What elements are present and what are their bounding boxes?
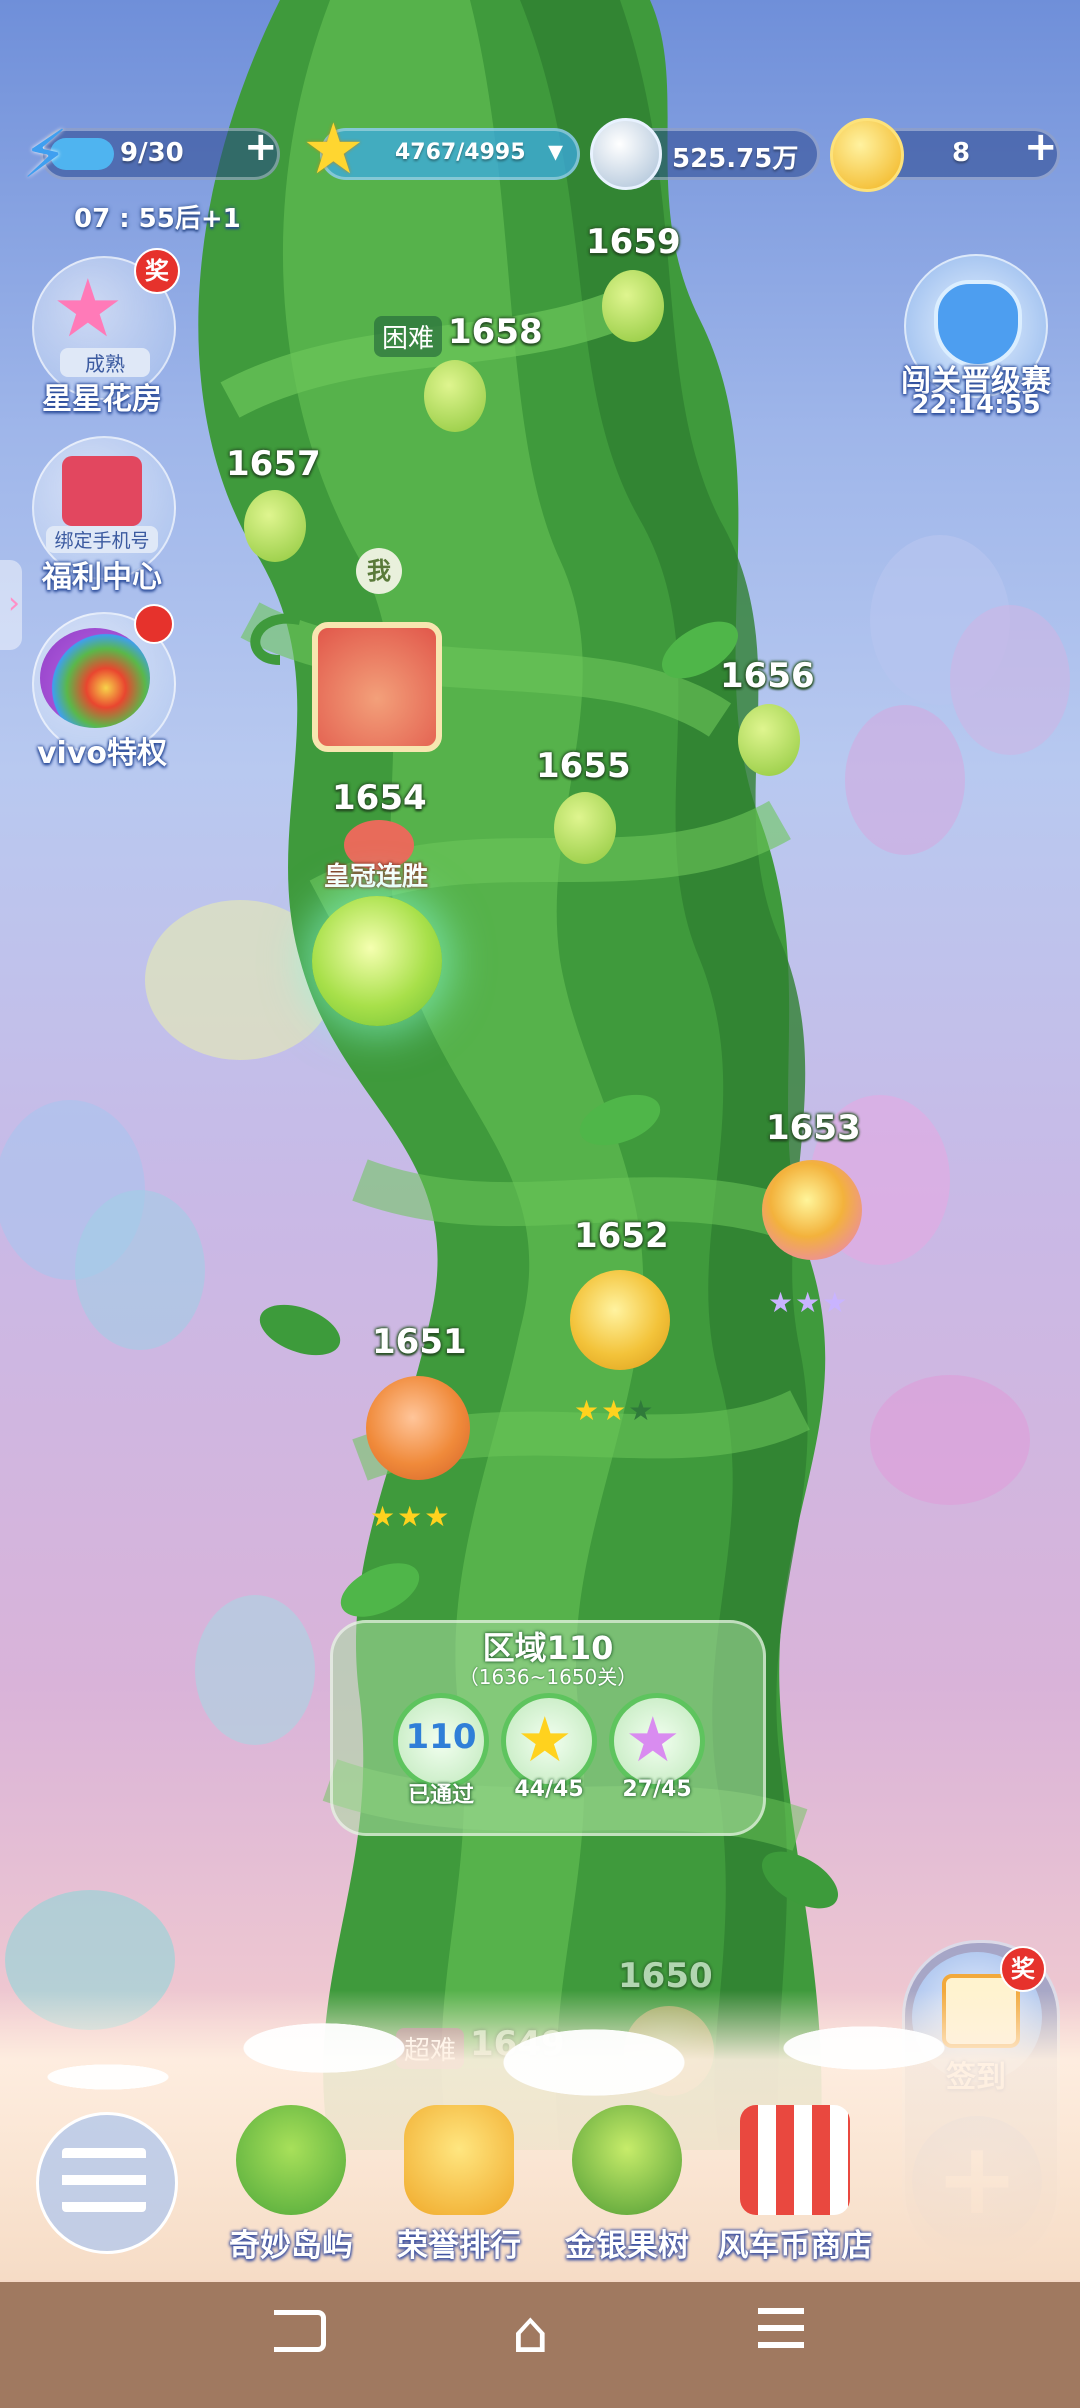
nav-fruit-tree-label: 金银果树 xyxy=(565,2228,689,2264)
flower-house-tag: 成熟 xyxy=(60,348,150,377)
reward-badge: 奖 xyxy=(134,248,180,294)
level-label: 1651 xyxy=(372,1322,467,1362)
palm-island-icon xyxy=(236,2105,346,2215)
crown-trophy-icon xyxy=(404,2105,514,2215)
welfare-tag: 绑定手机号 xyxy=(46,526,158,553)
level-pod-1651[interactable] xyxy=(366,1376,470,1480)
silver-coin-icon xyxy=(590,118,662,190)
recents-menu-icon[interactable] xyxy=(758,2308,804,2348)
nav-shop[interactable]: 风车币商店 xyxy=(710,2095,880,2265)
back-icon[interactable] xyxy=(274,2310,326,2352)
difficulty-tag-hard: 困难 xyxy=(374,316,443,357)
energy-add-button[interactable]: + xyxy=(244,124,278,170)
level-pod-1652[interactable] xyxy=(570,1270,670,1370)
level-pod-1653[interactable] xyxy=(762,1160,862,1260)
region-passed: 已通过 xyxy=(407,1783,474,1808)
me-marker: 我 xyxy=(356,548,402,594)
level-stars-1653: ★★★ xyxy=(768,1286,850,1319)
silver-value: 525.75万 xyxy=(672,144,799,174)
coins-value: 8 xyxy=(952,138,971,168)
region-number: 110 xyxy=(405,1717,477,1757)
level-pod-1655[interactable] xyxy=(554,792,616,864)
coins-add-button[interactable]: + xyxy=(1024,124,1058,170)
nav-island[interactable]: 奇妙岛屿 xyxy=(206,2095,376,2265)
tournament-timer: 22:14:55 xyxy=(911,390,1041,420)
energy-timer: 07 : 55后+1 xyxy=(74,204,241,234)
level-label: 1657 xyxy=(226,444,321,484)
vivo-privilege-label[interactable]: vivo特权 xyxy=(2,728,202,772)
nav-ranking[interactable]: 荣誉排行 xyxy=(374,2095,544,2265)
stars-value: 4767/4995 xyxy=(395,140,526,165)
crown-streak-label: 皇冠连胜 xyxy=(324,862,429,892)
gold-star-icon: ★ xyxy=(517,1703,573,1776)
chevron-right-icon: › xyxy=(8,586,20,621)
level-label: 1659 xyxy=(586,222,681,262)
lightning-icon: ⚡ xyxy=(22,116,69,193)
level-pod-1658[interactable] xyxy=(424,360,486,432)
vivo-mascot-icon xyxy=(40,628,150,728)
energy-value: 9/30 xyxy=(120,138,184,168)
level-label: 1652 xyxy=(574,1216,669,1256)
shop-stall-icon xyxy=(740,2105,850,2215)
level-stars-1651: ★★★ xyxy=(370,1500,452,1533)
gold-coin-icon xyxy=(830,118,904,192)
rainbow-star-count: 27/45 xyxy=(622,1777,692,1802)
nav-fruit-tree[interactable]: 金银果树 xyxy=(542,2095,712,2265)
vivo-notification-dot xyxy=(134,604,174,644)
list-icon xyxy=(62,2148,146,2212)
level-label: 1656 xyxy=(720,656,815,696)
stars-dropdown-icon[interactable]: ▾ xyxy=(548,134,563,169)
level-pod-1659[interactable] xyxy=(602,270,664,342)
level-pod-1657[interactable] xyxy=(244,490,306,562)
home-icon[interactable]: ⌂ xyxy=(512,2302,549,2362)
nav-ranking-label: 荣誉排行 xyxy=(397,2228,521,2264)
gift-star-icon: ★ xyxy=(52,262,124,355)
player-avatar[interactable] xyxy=(312,622,442,752)
level-pod-1656[interactable] xyxy=(738,704,800,776)
level-label: 1655 xyxy=(536,746,631,786)
fruit-tree-icon xyxy=(572,2105,682,2215)
rainbow-star-icon: ★ xyxy=(625,1703,681,1776)
shield-icon xyxy=(934,280,1022,368)
level-pod-1654-current[interactable] xyxy=(312,896,442,1026)
welfare-center-label[interactable]: 福利中心 xyxy=(2,552,202,596)
region-panel[interactable]: 区域110 （1636~1650关） 110 已通过 ★ 44/45 ★ 27/… xyxy=(330,1620,766,1836)
level-label: 1654 xyxy=(332,778,427,818)
nav-shop-label: 风车币商店 xyxy=(717,2228,873,2264)
checkin-reward-badge: 奖 xyxy=(1000,1946,1046,1992)
region-range: （1636~1650关） xyxy=(458,1665,638,1689)
gold-star-count: 44/45 xyxy=(514,1777,584,1802)
level-label: 1653 xyxy=(766,1108,861,1148)
gift-box-icon xyxy=(62,456,142,526)
level-stars-1652: ★★★ xyxy=(574,1394,656,1427)
level-label: 1658 xyxy=(448,312,543,352)
flower-house-label[interactable]: 星星花房 xyxy=(2,374,202,418)
nav-island-label: 奇妙岛屿 xyxy=(229,2228,353,2264)
star-icon: ★ xyxy=(302,108,365,190)
